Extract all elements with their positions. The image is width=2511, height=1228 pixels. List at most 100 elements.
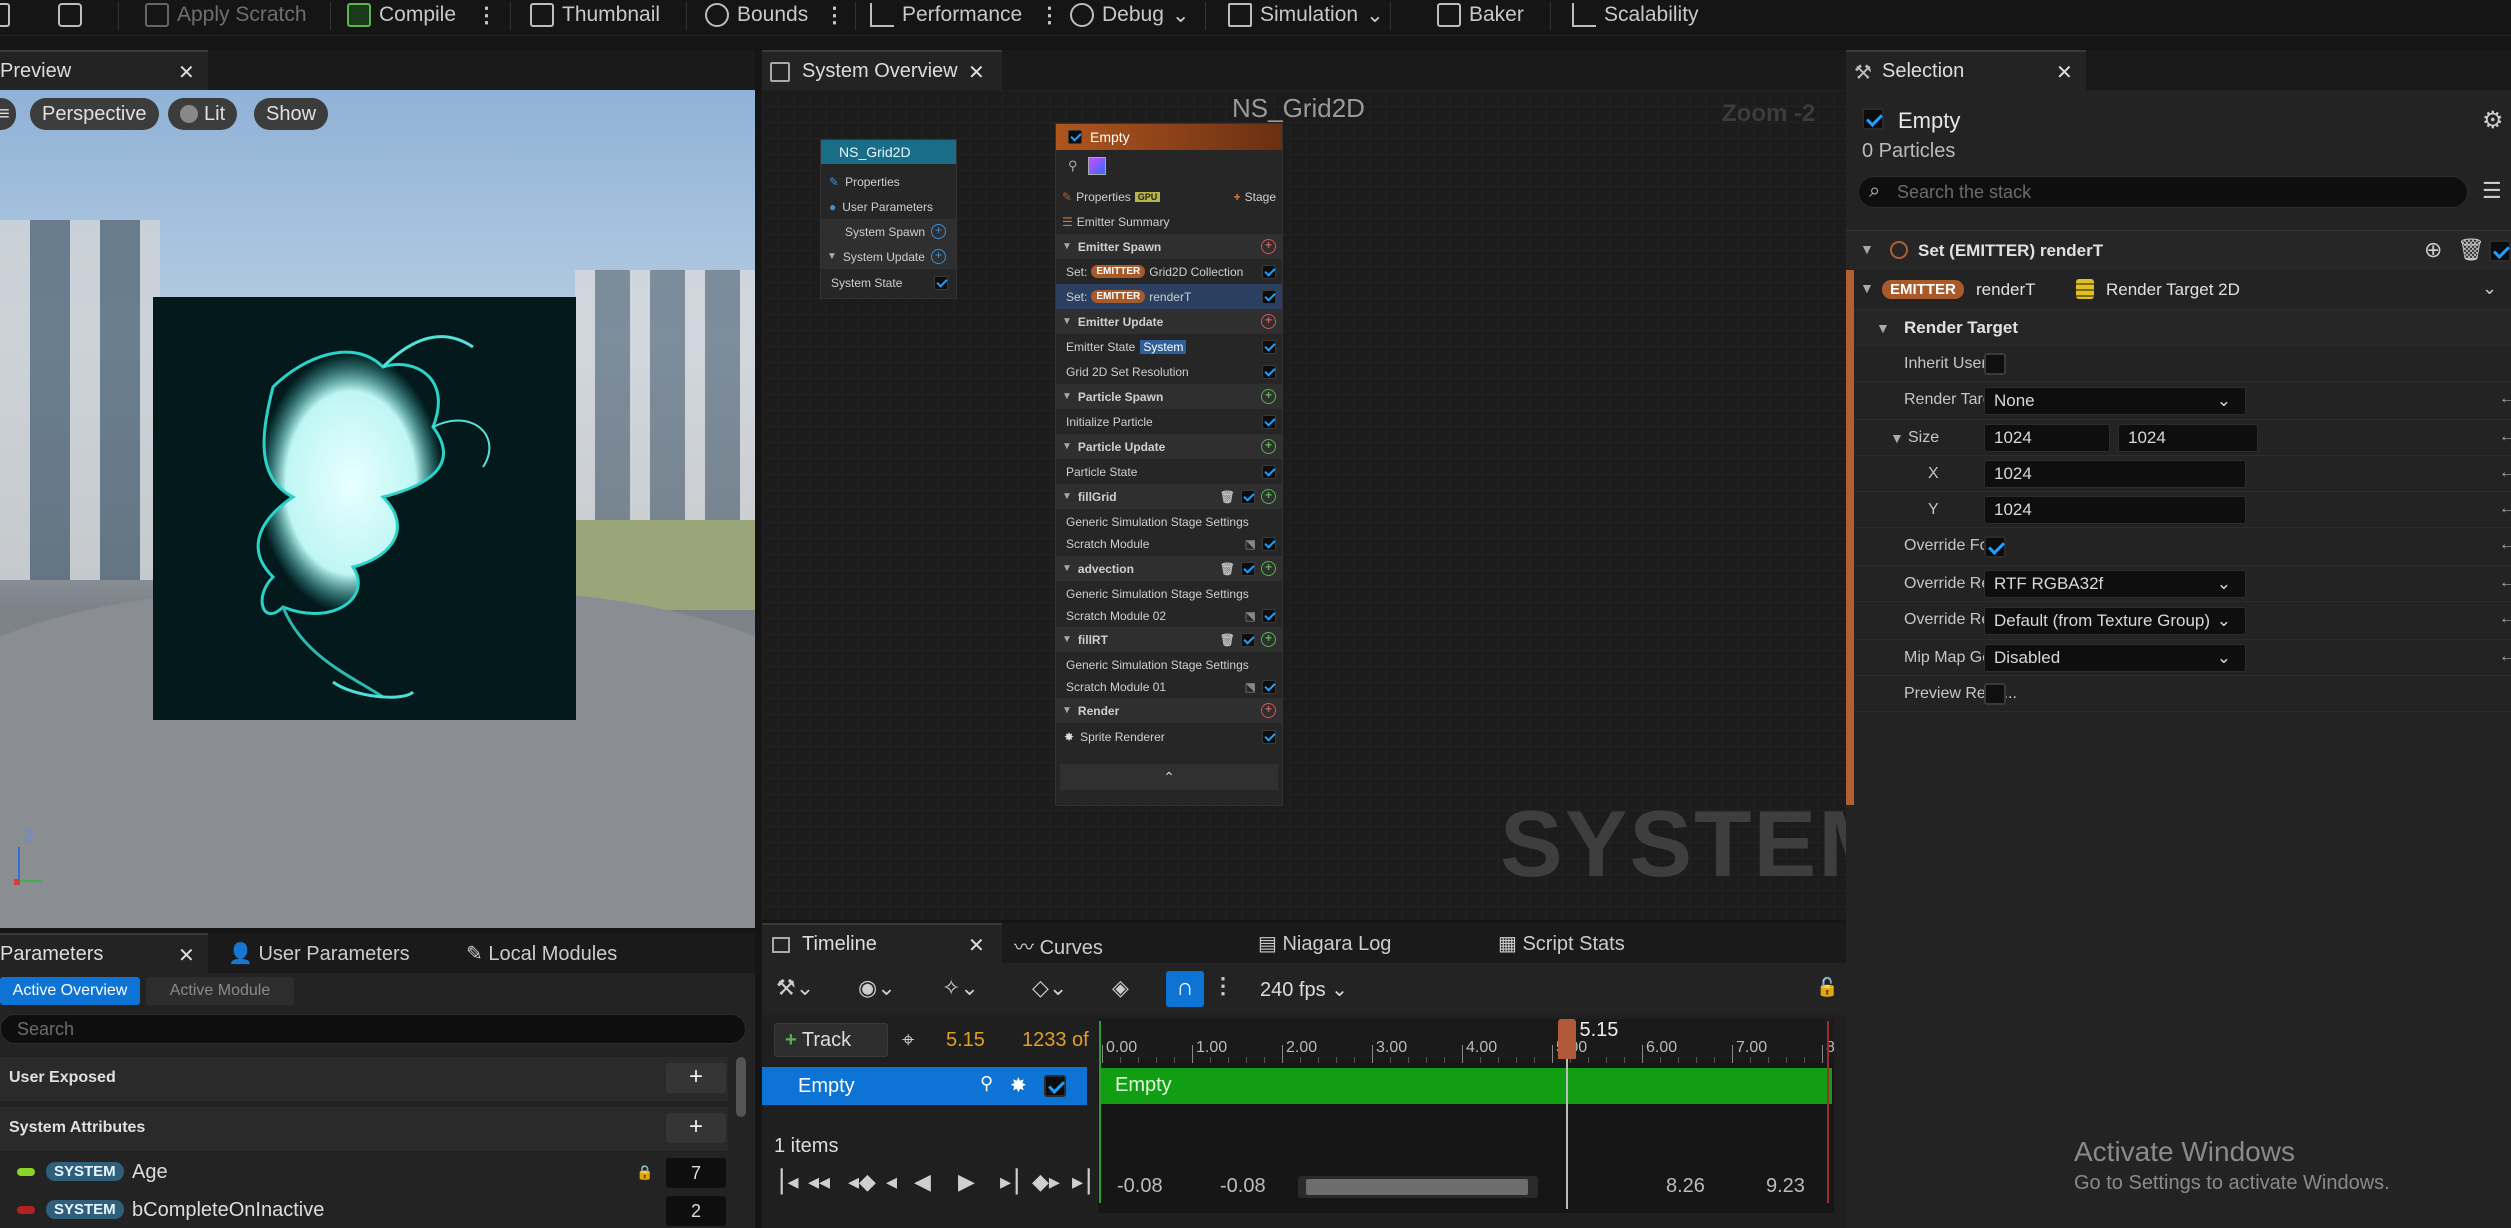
collapse-arrow-icon[interactable]: ▼	[1860, 241, 1874, 257]
add-icon[interactable]: +	[1261, 703, 1276, 718]
trash-icon[interactable]: 🗑	[1220, 562, 1235, 576]
property-dropdown[interactable]: None ⌄	[1984, 387, 2246, 415]
emitter-enabled-checkbox[interactable]	[1862, 108, 1884, 130]
fillrt-section[interactable]: ▼ fillRT 🗑 +	[1056, 627, 1282, 652]
trash-icon[interactable]: 🗑	[1220, 490, 1235, 504]
tab-selection[interactable]: ⚒ Selection ✕	[1846, 50, 2086, 90]
complete-on-inactive-row[interactable]: SYSTEM bCompleteOnInactive 2	[0, 1193, 728, 1228]
timeline-scrollbar[interactable]	[1298, 1176, 1538, 1198]
add-circle-icon[interactable]: ⊕	[2424, 237, 2442, 263]
unlock-icon[interactable]: 🔓	[1816, 977, 1838, 998]
emitter-track-row[interactable]: Empty ⚲ ✸	[762, 1067, 1087, 1105]
module-checkbox[interactable]	[1262, 289, 1276, 304]
advection-section[interactable]: ▼ advection 🗑 +	[1056, 556, 1282, 581]
playhead[interactable]: 5.15	[1557, 1019, 1618, 1209]
eye-icon[interactable]: ◉⌄	[858, 975, 896, 1001]
stage-checkbox[interactable]	[1241, 561, 1255, 576]
start-marker[interactable]	[1099, 1021, 1101, 1203]
module-checkbox[interactable]	[1262, 364, 1276, 379]
add-icon[interactable]: +	[931, 224, 946, 239]
save-icon[interactable]	[0, 0, 10, 30]
current-time[interactable]: 5.15	[946, 1029, 985, 1052]
working-range-end[interactable]: 8.26	[1666, 1175, 1705, 1198]
emitter-node[interactable]: Empty ⚲ ✎ Properties GPU + Stage ☰ Emitter Su…	[1055, 123, 1283, 806]
reset-arrow-icon[interactable]: ←	[2499, 610, 2511, 628]
view-range-end[interactable]: 9.23	[1766, 1175, 1805, 1198]
reset-arrow-icon[interactable]: ←	[2499, 500, 2511, 518]
system-overview-graph[interactable]: NS_Grid2D Zoom -2 SYSTEM NS_Grid2D ✎Prop…	[762, 90, 1846, 920]
property-field[interactable]: 1024	[1984, 460, 2246, 488]
compile-options-icon[interactable]: ⋮	[476, 0, 497, 30]
collapse-node-button[interactable]: ⌃	[1060, 764, 1278, 790]
play-icon[interactable]: ▶	[958, 1169, 975, 1195]
play-reverse-icon[interactable]: ◀	[914, 1169, 931, 1195]
end-marker[interactable]	[1827, 1021, 1829, 1203]
scratch-module-01-row[interactable]: Scratch Module 01 ⬔	[1056, 674, 1282, 699]
user-parameters-row[interactable]: ● User Parameters	[821, 194, 956, 219]
jump-to-start-icon[interactable]: ⎮◂	[776, 1169, 799, 1195]
debug-button[interactable]: Debug ⌄	[1070, 0, 1190, 30]
variable-type[interactable]: Render Target 2D	[2106, 280, 2240, 300]
filter-icon[interactable]: ⌖	[902, 1027, 914, 1053]
emitter-update-section[interactable]: ▼ Emitter Update +	[1056, 309, 1282, 334]
property-field[interactable]: 1024	[1984, 496, 2246, 524]
baker-button[interactable]: Baker	[1437, 0, 1524, 30]
add-icon[interactable]: +	[1261, 239, 1276, 254]
magnet-snap-icon[interactable]: ∩	[1166, 971, 1204, 1007]
reset-arrow-icon[interactable]: ←	[2499, 464, 2511, 482]
reset-arrow-icon[interactable]: ←	[2499, 574, 2511, 592]
tab-curves[interactable]: 〰 Curves	[1014, 931, 1103, 960]
emitter-spawn-section[interactable]: ▼ Emitter Spawn +	[1056, 234, 1282, 259]
tab-preview[interactable]: Preview ✕	[0, 50, 208, 90]
emitter-enabled-checkbox[interactable]	[1068, 130, 1082, 144]
browse-icon[interactable]	[58, 0, 82, 30]
module-checkbox[interactable]	[1262, 679, 1276, 694]
reverse-icon[interactable]: ◂	[886, 1169, 897, 1195]
property-dropdown[interactable]: Default (from Texture Group) ⌄	[1984, 607, 2246, 635]
emitter-properties-row[interactable]: ✎ Properties GPU + Stage	[1056, 184, 1282, 209]
property-checkbox[interactable]	[1984, 536, 2006, 558]
property-row[interactable]: Render Targe... None ⌄ ←	[1854, 382, 2511, 420]
property-row[interactable]: Inherit User...	[1854, 346, 2511, 382]
property-row[interactable]: Y 1024 ←	[1854, 492, 2511, 528]
particle-state-row[interactable]: Particle State	[1056, 459, 1282, 484]
active-overview-button[interactable]: Active Overview	[0, 977, 140, 1005]
render-section[interactable]: ▼ Render +	[1056, 698, 1282, 723]
particle-spawn-section[interactable]: ▼ Particle Spawn +	[1056, 384, 1282, 409]
add-user-parameter-button[interactable]: +	[666, 1063, 726, 1093]
filter-icon[interactable]: ☰	[2482, 178, 2502, 204]
add-icon[interactable]: +	[1261, 389, 1276, 404]
fillgrid-section[interactable]: ▼ fillGrid 🗑 +	[1056, 484, 1282, 509]
module-header[interactable]: ▼ Set (EMITTER) renderT ⊕ 🗑	[1846, 230, 2511, 270]
particle-update-section[interactable]: ▼ Particle Update +	[1056, 434, 1282, 459]
stack-search-input[interactable]: ⌕ Search the stack	[1858, 176, 2468, 208]
property-row[interactable]: Override For... ←	[1854, 528, 2511, 566]
property-row[interactable]: ▼ Size 1024 1024 ←	[1854, 420, 2511, 456]
stage-checkbox[interactable]	[1241, 632, 1255, 647]
thumbnail-button[interactable]: Thumbnail	[530, 0, 660, 30]
emitter-track-bar[interactable]: Empty	[1099, 1068, 1832, 1104]
timeline-scroll-thumb[interactable]	[1306, 1179, 1528, 1195]
system-spawn-row[interactable]: System Spawn +	[821, 219, 956, 244]
emitter-state-row[interactable]: Emitter State System	[1056, 334, 1282, 359]
viewport-menu-icon[interactable]: ≡	[0, 98, 16, 130]
property-row[interactable]: X 1024 ←	[1854, 456, 2511, 492]
add-icon[interactable]: +	[1261, 489, 1276, 504]
add-icon[interactable]: +	[1261, 439, 1276, 454]
module-checkbox[interactable]	[1262, 608, 1276, 623]
initialize-particle-row[interactable]: Initialize Particle	[1056, 409, 1282, 434]
performance-button[interactable]: Performance	[870, 0, 1022, 30]
age-parameter-row[interactable]: SYSTEM Age 🔒 7	[0, 1155, 728, 1191]
module-checkbox[interactable]	[1262, 264, 1276, 279]
module-enabled-checkbox[interactable]	[2489, 240, 2511, 262]
property-field[interactable]: 1024	[1984, 424, 2110, 452]
parameters-search-input[interactable]: Search	[0, 1014, 746, 1044]
reset-arrow-icon[interactable]: ←	[2499, 648, 2511, 666]
tab-niagara-log[interactable]: ▤ Niagara Log	[1258, 931, 1391, 956]
sparkle-icon[interactable]: ✸	[1010, 1073, 1027, 1098]
parameters-scrollbar[interactable]	[736, 1057, 746, 1117]
property-row[interactable]: Override Ren... RTF RGBA32f ⌄ ←	[1854, 566, 2511, 602]
working-range-start[interactable]: -0.08	[1220, 1175, 1266, 1198]
trash-icon[interactable]: 🗑	[1220, 633, 1235, 647]
add-icon[interactable]: +	[931, 249, 946, 264]
